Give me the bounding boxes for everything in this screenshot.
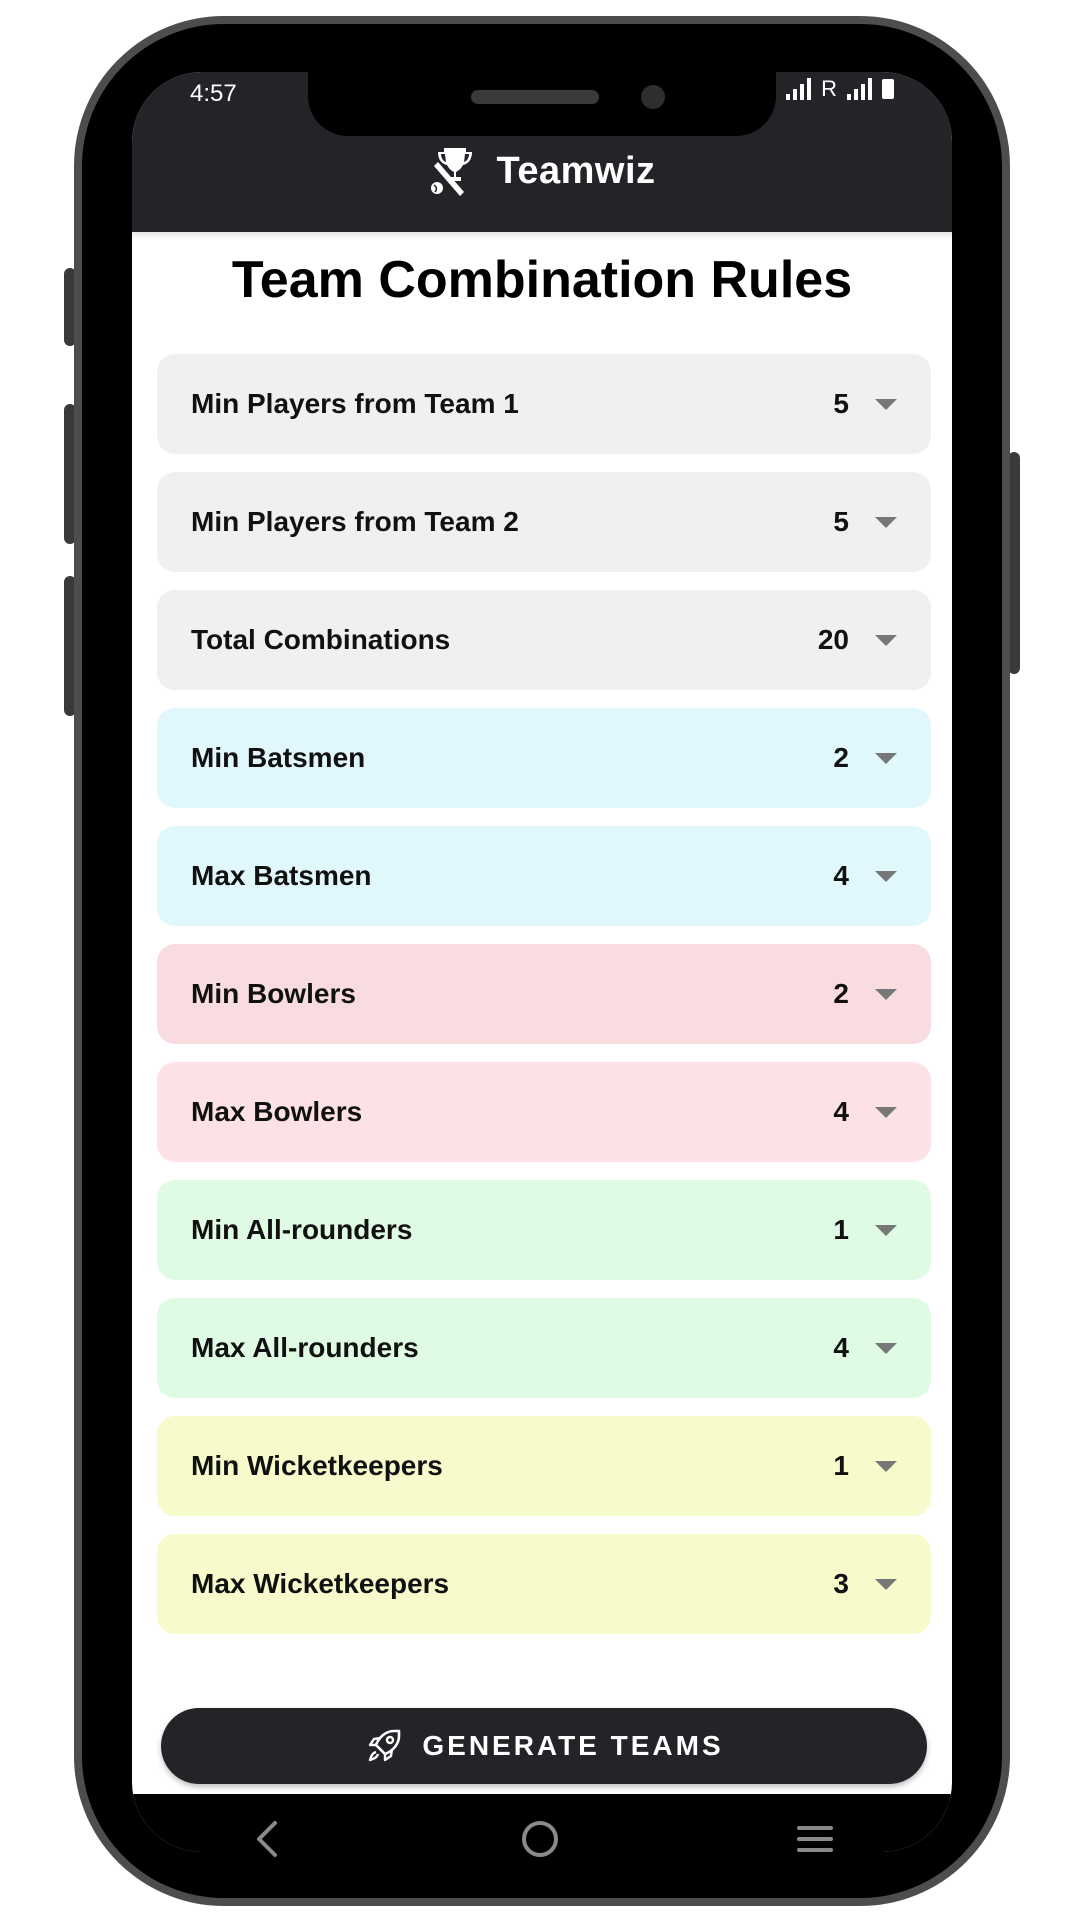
- rule-select[interactable]: 3: [819, 1568, 897, 1600]
- back-icon[interactable]: [247, 1817, 287, 1861]
- rule-value: 20: [817, 624, 849, 655]
- rule-select[interactable]: 1: [819, 1214, 897, 1246]
- rocket-icon: [369, 1729, 401, 1762]
- caret-down-icon[interactable]: [875, 1224, 897, 1236]
- signal-icon-2: [847, 78, 872, 100]
- rule-label: Min Bowlers: [191, 978, 356, 1009]
- signal-icon: [786, 78, 812, 100]
- rule-value: 5: [833, 506, 849, 537]
- caret-down-icon[interactable]: [875, 1578, 897, 1590]
- rule-min-players-team-2[interactable]: Min Players from Team 2 5: [157, 472, 931, 572]
- carrier-label: R: [821, 76, 837, 101]
- rule-select[interactable]: 2: [819, 742, 897, 774]
- rule-label: Max Batsmen: [191, 860, 372, 891]
- rule-select[interactable]: 1: [819, 1450, 897, 1482]
- rule-value: 2: [833, 742, 849, 773]
- rule-min-all-rounders[interactable]: Min All-rounders 1: [157, 1180, 931, 1280]
- rule-max-batsmen[interactable]: Max Batsmen 4: [157, 826, 931, 926]
- rule-select[interactable]: 20: [818, 624, 897, 656]
- home-icon[interactable]: [518, 1817, 562, 1861]
- battery-icon: [882, 79, 894, 99]
- rule-label: Min Wicketkeepers: [191, 1450, 443, 1481]
- rule-max-wicketkeepers[interactable]: Max Wicketkeepers 3: [157, 1534, 931, 1634]
- app-brand: Teamwiz: [132, 144, 952, 198]
- rule-select[interactable]: 4: [819, 1332, 897, 1364]
- speaker-grille: [471, 90, 599, 104]
- caret-down-icon[interactable]: [875, 516, 897, 528]
- rule-select[interactable]: 5: [819, 506, 897, 538]
- rule-value: 1: [833, 1214, 849, 1245]
- trophy-cricket-icon: [431, 148, 473, 196]
- rule-label: Min Batsmen: [191, 742, 366, 773]
- rule-value: 2: [833, 978, 849, 1009]
- rule-select[interactable]: 2: [819, 978, 897, 1010]
- caret-down-icon[interactable]: [875, 398, 897, 410]
- rule-max-bowlers[interactable]: Max Bowlers 4: [157, 1062, 931, 1162]
- rule-label: Max Wicketkeepers: [191, 1568, 450, 1599]
- app-header: 4:57 R Teamwiz: [132, 72, 952, 232]
- rule-label: Min Players from Team 2: [191, 506, 519, 537]
- caret-down-icon[interactable]: [875, 1460, 897, 1472]
- rule-min-batsmen[interactable]: Min Batsmen 2: [157, 708, 931, 808]
- rule-min-players-team-1[interactable]: Min Players from Team 1 5: [157, 354, 931, 454]
- caret-down-icon[interactable]: [875, 1106, 897, 1118]
- page-title: Team Combination Rules: [231, 251, 853, 309]
- system-nav-buttons: [132, 1794, 952, 1884]
- rule-label: Min All-rounders: [191, 1214, 413, 1245]
- rule-select[interactable]: 5: [819, 388, 897, 420]
- status-time: 4:57: [190, 80, 237, 107]
- rule-select[interactable]: 4: [819, 860, 897, 892]
- rule-min-bowlers[interactable]: Min Bowlers 2: [157, 944, 931, 1044]
- rule-value: 4: [833, 860, 849, 891]
- rule-label: Total Combinations: [191, 624, 451, 655]
- front-camera: [641, 85, 665, 109]
- rule-max-all-rounders[interactable]: Max All-rounders 4: [157, 1298, 931, 1398]
- generate-teams-button[interactable]: GENERATE TEAMS: [161, 1708, 927, 1784]
- app-name: Teamwiz: [496, 149, 656, 192]
- rule-min-wicketkeepers[interactable]: Min Wicketkeepers 1: [157, 1416, 931, 1516]
- menu-icon[interactable]: [793, 1817, 837, 1861]
- rules-list: Min Players from Team 1 5 Min Players fr…: [157, 354, 931, 1652]
- rule-total-combinations[interactable]: Total Combinations 20: [157, 590, 931, 690]
- caret-down-icon[interactable]: [875, 870, 897, 882]
- rule-value: 1: [833, 1450, 849, 1481]
- generate-teams-label: GENERATE TEAMS: [422, 1730, 724, 1761]
- caret-down-icon[interactable]: [875, 752, 897, 764]
- phone-screen: 4:57 R Teamwiz Team Combination Rules Mi…: [132, 72, 952, 1852]
- camera-notch: [308, 72, 776, 136]
- header-shadow: [132, 232, 952, 240]
- rule-label: Max Bowlers: [191, 1096, 363, 1127]
- caret-down-icon[interactable]: [875, 1342, 897, 1354]
- rule-value: 4: [833, 1096, 849, 1127]
- rule-value: 3: [833, 1568, 849, 1599]
- rule-value: 5: [833, 388, 849, 419]
- rule-value: 4: [833, 1332, 849, 1363]
- rule-select[interactable]: 4: [819, 1096, 897, 1128]
- caret-down-icon[interactable]: [875, 634, 897, 646]
- rule-label: Min Players from Team 1: [191, 388, 519, 419]
- caret-down-icon[interactable]: [875, 988, 897, 1000]
- rule-label: Max All-rounders: [191, 1332, 419, 1363]
- status-icons: R: [786, 76, 894, 102]
